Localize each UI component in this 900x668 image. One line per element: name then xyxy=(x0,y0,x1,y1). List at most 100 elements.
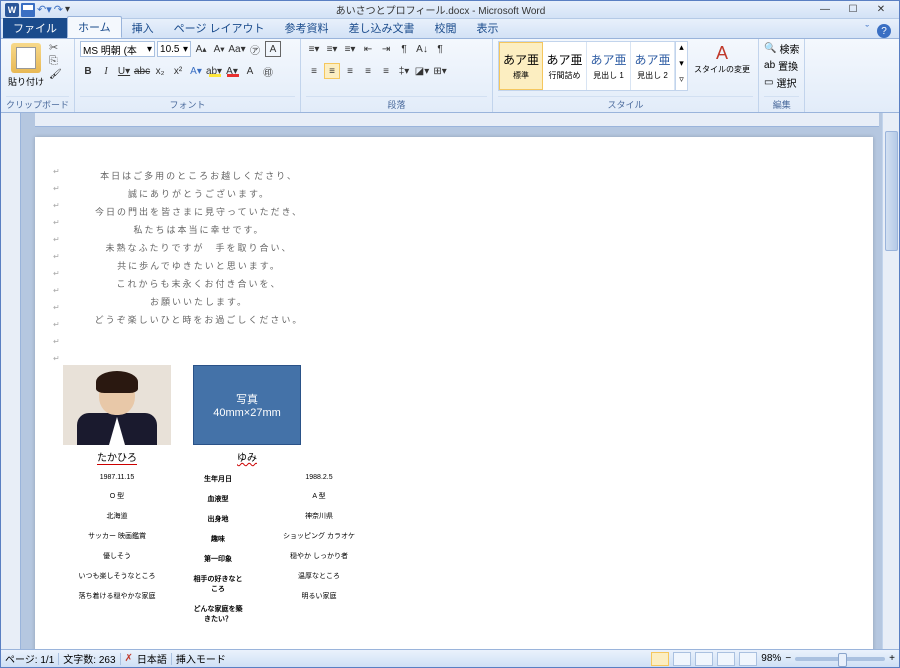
close-button[interactable]: ✕ xyxy=(867,2,895,18)
highlight-button[interactable]: ab▾ xyxy=(206,63,222,79)
photo-placeholder[interactable]: 写真 40mm×27mm xyxy=(193,365,301,445)
maximize-button[interactable]: ☐ xyxy=(839,2,867,18)
italic-button[interactable]: I xyxy=(98,63,114,79)
tab-home[interactable]: ホーム xyxy=(67,16,122,38)
cut-icon[interactable] xyxy=(49,41,62,54)
copy-icon[interactable] xyxy=(49,55,62,68)
status-page[interactable]: ページ: 1/1 xyxy=(5,651,54,666)
ribbon-minimize-icon[interactable]: ˇ xyxy=(865,24,869,38)
paste-button[interactable]: 貼り付け xyxy=(6,41,46,90)
tab-insert[interactable]: 挿入 xyxy=(122,18,164,38)
zoom-in-button[interactable]: + xyxy=(889,653,895,664)
align-left-button[interactable]: ≡ xyxy=(306,63,322,79)
status-wordcount[interactable]: 文字数: 263 xyxy=(63,651,115,666)
font-size-select[interactable]: 10.5▾ xyxy=(157,41,191,57)
view-print-layout[interactable] xyxy=(651,652,669,666)
profile-name-2[interactable]: ゆみ xyxy=(237,449,257,464)
sort-button[interactable]: A↓ xyxy=(414,41,430,57)
change-styles-icon: A xyxy=(716,43,728,64)
underline-button[interactable]: U▾ xyxy=(116,63,132,79)
style-no-spacing[interactable]: あア亜行間詰め xyxy=(543,42,587,90)
style-expand[interactable]: ▿ xyxy=(676,74,687,90)
superscript-button[interactable]: x² xyxy=(170,63,186,79)
style-group-label: スタイル xyxy=(498,96,753,112)
ltr-button[interactable]: ¶ xyxy=(396,41,412,57)
style-normal[interactable]: あア亜標準 xyxy=(499,42,543,90)
zoom-level[interactable]: 98% xyxy=(761,653,781,664)
status-language[interactable]: 日本語 xyxy=(137,651,167,666)
increase-indent-button[interactable]: ⇥ xyxy=(378,41,394,57)
bold-button[interactable]: B xyxy=(80,63,96,79)
replace-button[interactable]: ab置換 xyxy=(764,58,799,73)
status-mode[interactable]: 挿入モード xyxy=(176,651,226,666)
align-right-button[interactable]: ≡ xyxy=(342,63,358,79)
proofing-icon[interactable]: ✗ xyxy=(125,653,133,664)
enclose-char-button[interactable]: ㊞ xyxy=(260,63,276,79)
font-name-select[interactable]: MS 明朝 (本▾ xyxy=(80,41,155,57)
view-draft[interactable] xyxy=(739,652,757,666)
tab-file[interactable]: ファイル xyxy=(3,18,67,38)
minimize-button[interactable]: — xyxy=(811,2,839,18)
multilevel-button[interactable]: ≡▾ xyxy=(342,41,358,57)
change-case-button[interactable]: Aa▾ xyxy=(229,41,245,57)
style-scroll-down[interactable]: ▾ xyxy=(676,58,687,74)
font-color-button[interactable]: A▾ xyxy=(224,63,240,79)
help-icon[interactable]: ? xyxy=(877,24,891,38)
bullets-button[interactable]: ≡▾ xyxy=(306,41,322,57)
distribute-button[interactable]: ≡ xyxy=(378,63,394,79)
subscript-button[interactable]: x₂ xyxy=(152,63,168,79)
zoom-slider[interactable] xyxy=(795,657,885,661)
decrease-indent-button[interactable]: ⇤ xyxy=(360,41,376,57)
tab-mailings[interactable]: 差し込み文書 xyxy=(339,18,425,38)
align-center-button[interactable]: ≡ xyxy=(324,63,340,79)
text-effects-button[interactable]: A▾ xyxy=(188,63,204,79)
greeting-text[interactable]: 本日はご多用のところお越しくださり、 誠にありがとうございます。 今日の門出を皆… xyxy=(21,167,853,329)
view-web[interactable] xyxy=(695,652,713,666)
tab-references[interactable]: 参考資料 xyxy=(275,18,339,38)
save-icon[interactable] xyxy=(21,3,35,17)
strike-button[interactable]: abc xyxy=(134,63,150,79)
zoom-out-button[interactable]: − xyxy=(785,653,791,664)
view-fullscreen[interactable] xyxy=(673,652,691,666)
find-button[interactable]: 🔍検索 xyxy=(764,41,799,56)
replace-icon: ab xyxy=(764,60,775,71)
change-styles-button[interactable]: A スタイルの変更 xyxy=(691,41,753,77)
scrollbar-thumb[interactable] xyxy=(885,131,898,251)
undo-icon[interactable]: ↶▾ xyxy=(37,3,52,16)
titlebar: W ↶▾ ↷ ▾ あいさつとプロフィール.docx - Microsoft Wo… xyxy=(1,1,899,19)
tab-review[interactable]: 校閲 xyxy=(425,18,467,38)
borders-button[interactable]: ⊞▾ xyxy=(432,63,448,79)
style-heading1[interactable]: あア亜見出し 1 xyxy=(587,42,631,90)
char-border-button[interactable]: A xyxy=(265,41,281,57)
shading-button[interactable]: ◪▾ xyxy=(414,63,430,79)
tab-layout[interactable]: ページ レイアウト xyxy=(164,18,275,38)
style-scroll-up[interactable]: ▴ xyxy=(676,42,687,58)
vertical-scrollbar[interactable] xyxy=(882,113,899,649)
char-shading-button[interactable]: A xyxy=(242,63,258,79)
vertical-ruler[interactable] xyxy=(1,113,21,649)
tab-view[interactable]: 表示 xyxy=(467,18,509,38)
ribbon-tabs: ファイル ホーム 挿入 ページ レイアウト 参考資料 差し込み文書 校閲 表示 … xyxy=(1,19,899,39)
photo-person[interactable] xyxy=(63,365,171,445)
phonetic-button[interactable]: ㋐ xyxy=(247,41,263,57)
grow-font-button[interactable]: A▴ xyxy=(193,41,209,57)
line-spacing-button[interactable]: ‡▾ xyxy=(396,63,412,79)
profile-name-1[interactable]: たかひろ xyxy=(97,449,137,465)
paste-label: 貼り付け xyxy=(8,75,44,88)
style-gallery[interactable]: あア亜標準 あア亜行間詰め あア亜見出し 1 あア亜見出し 2 ▴ ▾ ▿ xyxy=(498,41,688,91)
profile-table[interactable]: 1987.11.15 O 型 北海道 サッカー 映画鑑賞 優しそう いつも楽しそ… xyxy=(63,474,853,634)
format-painter-icon[interactable] xyxy=(49,69,62,80)
show-marks-button[interactable]: ¶ xyxy=(432,41,448,57)
numbering-button[interactable]: ≡▾ xyxy=(324,41,340,57)
shrink-font-button[interactable]: A▾ xyxy=(211,41,227,57)
statusbar: ページ: 1/1 文字数: 263 ✗ 日本語 挿入モード 98% − + xyxy=(1,649,899,667)
document-page[interactable]: ↵↵↵↵↵↵↵↵↵↵↵↵ 本日はご多用のところお越しくださり、 誠にありがとうご… xyxy=(35,137,873,649)
profile-photos: たかひろ 写真 40mm×27mm ゆみ xyxy=(63,365,853,466)
redo-icon[interactable]: ↷ xyxy=(54,3,63,16)
document-area: ↵↵↵↵↵↵↵↵↵↵↵↵ 本日はご多用のところお越しくださり、 誠にありがとうご… xyxy=(1,113,899,649)
window-title: あいさつとプロフィール.docx - Microsoft Word xyxy=(70,2,811,17)
view-outline[interactable] xyxy=(717,652,735,666)
select-button[interactable]: ▭選択 xyxy=(764,75,799,90)
style-heading2[interactable]: あア亜見出し 2 xyxy=(631,42,675,90)
justify-button[interactable]: ≡ xyxy=(360,63,376,79)
